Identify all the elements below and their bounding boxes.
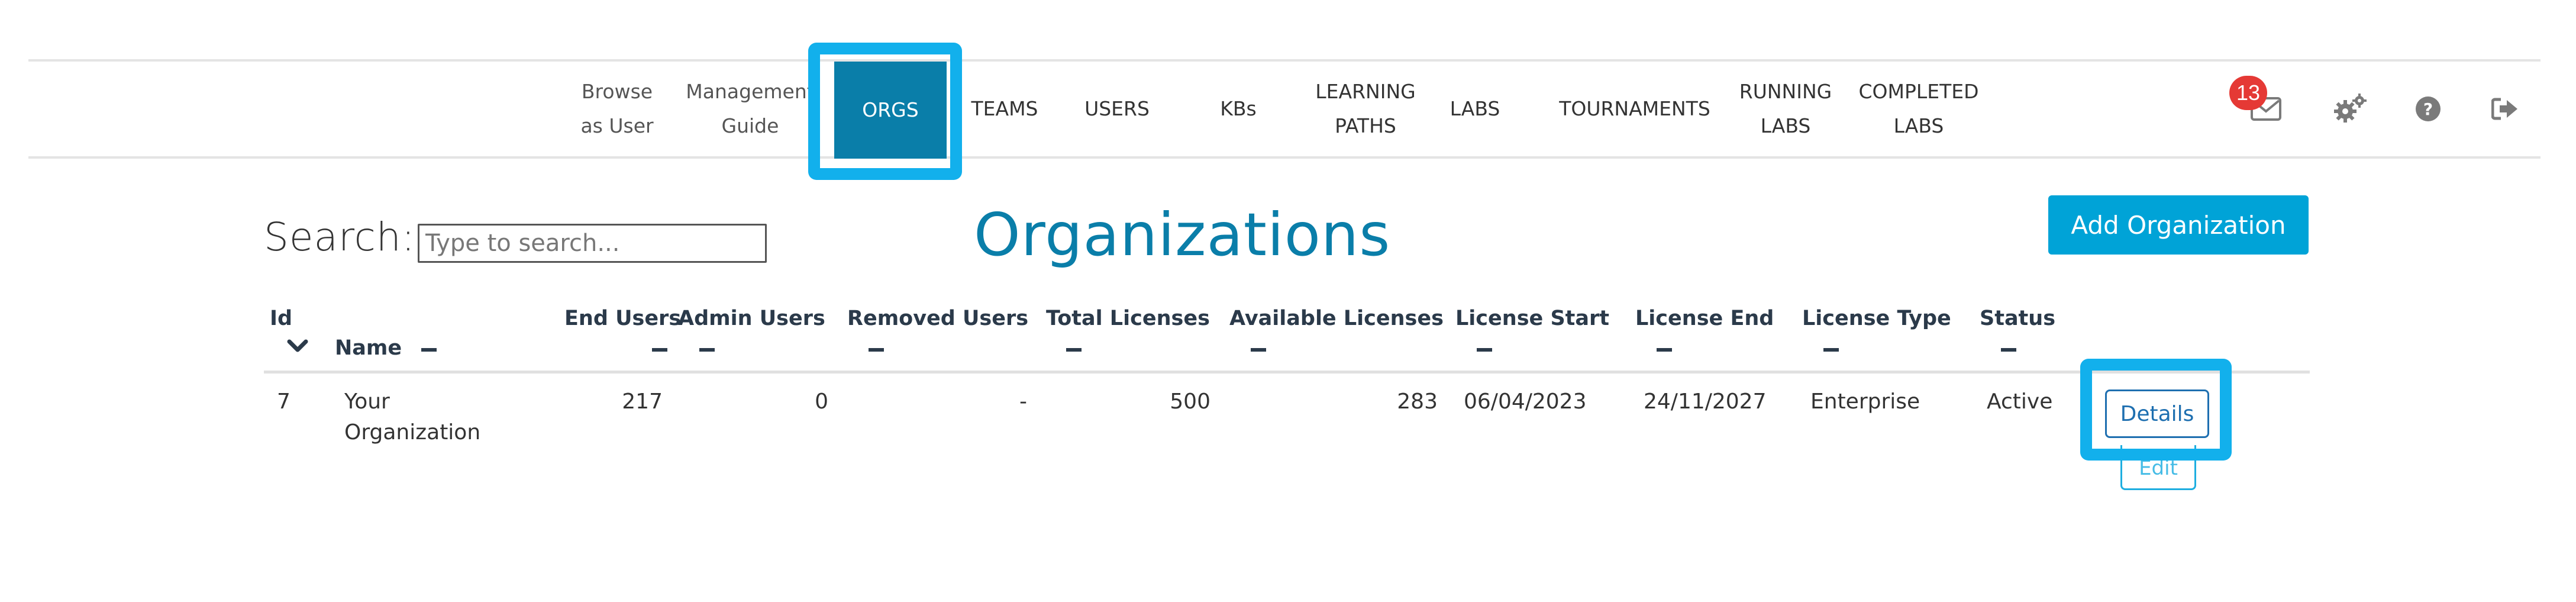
header-license-start[interactable]: License Start [1455,307,1609,330]
nav-completed-labs[interactable]: COMPLETED LABS [1851,62,1987,156]
nav-label-line1: Management [686,80,815,103]
nav-browse-as-user[interactable]: Browse as User [573,62,661,156]
nav-label: TEAMS [971,97,1038,120]
cell-license-type: Enterprise [1810,389,1920,414]
nav-label-line1: COMPLETED [1858,80,1979,103]
cell-id: 7 [277,389,290,414]
cell-license-start: 06/04/2023 [1464,389,1587,414]
add-organization-button[interactable]: Add Organization [2048,195,2309,255]
help-icon[interactable]: ? [2404,85,2452,133]
header-license-end[interactable]: License End [1635,307,1774,330]
nav-label: LABS [1450,97,1500,120]
sort-license-type-icon[interactable] [1823,348,1839,352]
header-removed-users[interactable]: Removed Users [847,307,1028,330]
nav-label: KBs [1220,97,1257,120]
header-total-licenses[interactable]: Total Licenses [1046,307,1210,330]
cell-name-line2: Organization [344,420,481,445]
nav-label-line1: LEARNING [1315,80,1416,103]
cell-available-licenses: 283 [1397,389,1438,414]
nav-kbs[interactable]: KBs [1206,62,1271,156]
svg-text:?: ? [2423,99,2433,119]
cell-total-licenses: 500 [1170,389,1210,414]
edit-button[interactable]: Edit [2120,445,2196,490]
search-input[interactable] [418,224,767,263]
sort-name-icon[interactable] [421,348,437,352]
sort-admin-users-icon[interactable] [699,348,715,352]
sort-status-icon[interactable] [2001,348,2016,352]
header-admin-users[interactable]: Admin Users [678,307,825,330]
sort-end-users-icon[interactable] [652,348,667,352]
nav-label-line2: LABS [1760,114,1811,137]
nav-label-line2: PATHS [1335,114,1396,137]
header-end-users[interactable]: End Users [564,307,681,330]
nav-users[interactable]: USERS [1076,62,1158,156]
mail-badge: 13 [2229,76,2267,110]
cell-end-users: 217 [622,389,663,414]
nav-labs[interactable]: LABS [1442,62,1507,156]
sort-removed-users-icon[interactable] [869,348,884,352]
nav-label-line2: Guide [721,114,779,137]
cell-license-end: 24/11/2027 [1644,389,1767,414]
sort-total-licenses-icon[interactable] [1066,348,1082,352]
nav-label: TOURNAMENTS [1559,97,1710,120]
nav-orgs[interactable]: ORGS [834,62,947,159]
header-available-licenses[interactable]: Available Licenses [1229,307,1444,330]
top-navbar: Browse as User Management Guide ORGS TEAMS… [28,59,2541,159]
search-label: Search: [264,214,415,260]
table-header-divider [264,371,2310,374]
nav-label-line2: as User [580,114,654,137]
nav-label: USERS [1084,97,1150,120]
cell-name-line1: Your [344,389,390,414]
details-button[interactable]: Details [2105,389,2209,438]
cell-status: Active [1987,389,2053,414]
nav-running-labs[interactable]: RUNNING LABS [1732,62,1839,156]
cell-admin-users: 0 [815,389,828,414]
gears-icon[interactable] [2326,85,2374,133]
page-title: Organizations [974,200,1391,269]
header-license-type[interactable]: License Type [1802,307,1951,330]
nav-teams[interactable]: TEAMS [963,62,1046,156]
nav-label-line1: Browse [581,80,653,103]
nav-label: ORGS [862,98,919,121]
logout-icon[interactable] [2481,85,2529,133]
header-name[interactable]: Name [335,336,402,360]
sort-license-start-icon[interactable] [1477,348,1492,352]
nav-label-line2: LABS [1893,114,1944,137]
nav-management-guide[interactable]: Management Guide [679,62,821,156]
chevron-down-icon[interactable] [286,337,310,358]
nav-tournaments[interactable]: TOURNAMENTS [1543,62,1726,156]
sort-license-end-icon[interactable] [1657,348,1672,352]
cell-removed-users: - [1019,389,1027,414]
nav-learning-paths[interactable]: LEARNING PATHS [1306,62,1425,156]
nav-label-line1: RUNNING [1739,80,1832,103]
header-status[interactable]: Status [1980,307,2055,330]
header-id: Id [270,307,293,330]
sort-available-licenses-icon[interactable] [1251,348,1266,352]
